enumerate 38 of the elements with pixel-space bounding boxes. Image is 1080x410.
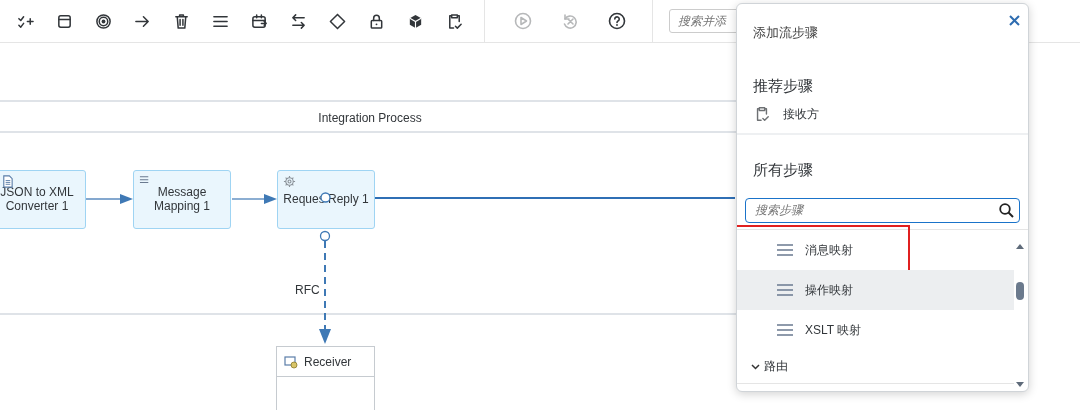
process-step[interactable]: Reques Reply 1 <box>277 170 375 229</box>
window-icon <box>56 12 73 30</box>
clipboard-check-icon <box>446 12 463 30</box>
step-item[interactable]: XSLT 映射 <box>737 309 1014 350</box>
receiver-label: Receiver <box>304 353 352 371</box>
process-step[interactable]: JSON to XML Converter 1 <box>0 170 86 229</box>
process-step[interactable]: Message Mapping 1 <box>133 170 231 229</box>
clipboard-check-icon <box>754 106 770 122</box>
play-icon <box>513 12 532 30</box>
receiver-box[interactable]: Receiver <box>276 346 375 410</box>
step-item[interactable]: 操作映射 <box>737 269 1014 310</box>
scroll-down-arrow[interactable] <box>1016 381 1024 387</box>
gear-icon <box>283 175 296 188</box>
lock-icon <box>368 12 385 30</box>
calendar-icon <box>251 12 268 30</box>
pool-title: Integration Process <box>317 110 423 127</box>
section-heading: 推荐步骤 <box>752 75 814 96</box>
diamond-icon <box>329 12 346 30</box>
group-header[interactable]: 路由 <box>737 349 1014 384</box>
search-field[interactable]: 搜索步骤 <box>745 197 1020 223</box>
connector-arrow <box>85 194 133 204</box>
receiver-icon <box>284 354 298 369</box>
chevron-icon <box>751 361 760 371</box>
menu-icon <box>777 243 793 256</box>
search-icon <box>999 202 1014 218</box>
connector-arrow <box>231 194 277 204</box>
trash-icon <box>173 12 190 30</box>
document-icon <box>1 175 14 188</box>
menu-icon <box>777 323 793 336</box>
scroll-up-arrow[interactable] <box>1016 243 1024 249</box>
step-item[interactable]: 接收方 <box>783 105 819 123</box>
scrollbar-thumb[interactable] <box>1016 281 1024 300</box>
section-heading: 所有步骤 <box>752 160 814 180</box>
menu-icon <box>777 283 793 296</box>
target-icon <box>95 12 112 30</box>
swap-icon <box>290 12 307 30</box>
help-icon <box>607 12 626 30</box>
cubes-icon <box>407 12 424 30</box>
